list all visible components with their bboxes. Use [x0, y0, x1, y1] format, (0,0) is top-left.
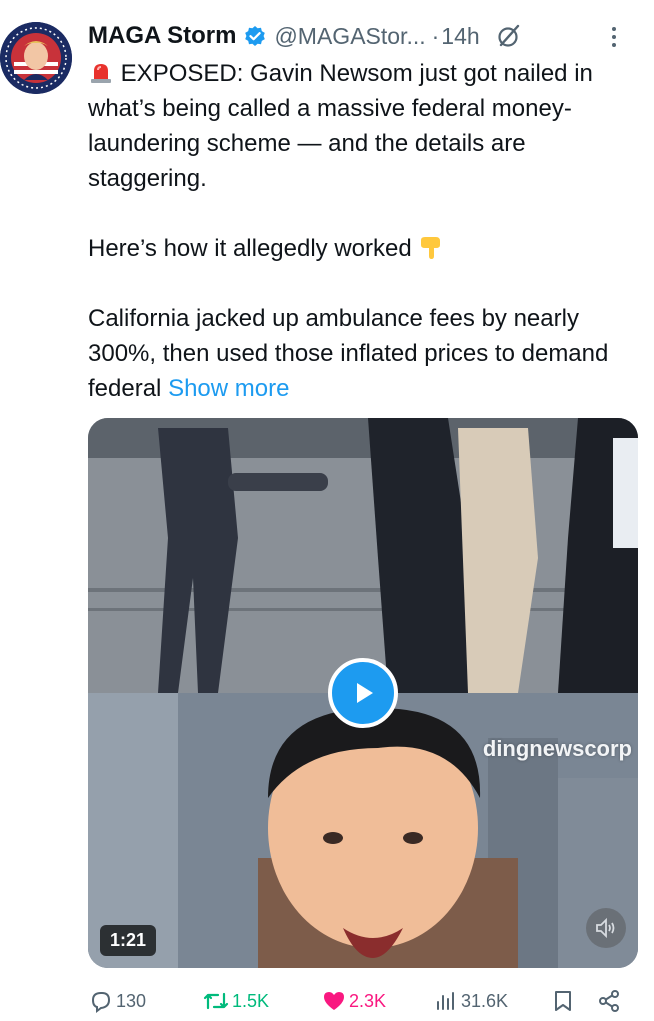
video-duration: 1:21 [100, 925, 157, 956]
heart-icon [324, 992, 344, 1010]
share-button[interactable] [596, 988, 624, 1014]
separator-dot: · [431, 22, 440, 49]
tweet-timestamp[interactable]: 14h [441, 23, 479, 50]
play-button[interactable] [328, 658, 398, 728]
tweet-text: EXPOSED: Gavin Newsom just got nailed in… [88, 56, 648, 406]
tweet-paragraph-2: Here’s how it allegedly worked [88, 231, 648, 266]
tweet-paragraph-1: EXPOSED: Gavin Newsom just got nailed in… [88, 56, 648, 196]
retweet-icon [203, 992, 229, 1010]
reply-button[interactable]: 130 [88, 988, 146, 1014]
video-watermark: dingnewscorp [482, 736, 632, 761]
like-button[interactable]: 2.3K [321, 988, 386, 1014]
show-more-link[interactable]: Show more [168, 375, 289, 402]
like-count: 2.3K [349, 990, 387, 1011]
tweet-header: MAGA Storm @MAGAStor... · 14h [88, 18, 634, 54]
author-avatar[interactable] [0, 22, 72, 94]
tweet-action-bar: 130 1.5K 2.3K 31.6K [88, 984, 638, 1018]
views-button[interactable]: 31.6K [433, 988, 508, 1014]
tweet-paragraph-3: California jacked up ambulance fees by n… [88, 301, 648, 406]
siren-emoji-icon [88, 59, 114, 85]
author-handle[interactable]: @MAGAStor... [274, 23, 425, 50]
analytics-icon [437, 992, 454, 1010]
play-icon [357, 683, 373, 703]
reply-count: 130 [116, 990, 147, 1011]
tweet-paragraph-2-text: Here’s how it allegedly worked [88, 235, 412, 262]
retweet-count: 1.5K [232, 990, 270, 1011]
speaker-muted-icon[interactable] [586, 908, 626, 948]
tweet-paragraph-3-text: California jacked up ambulance fees by n… [88, 305, 609, 402]
reply-icon [91, 992, 111, 1013]
retweet-button[interactable]: 1.5K [202, 988, 269, 1014]
display-name[interactable]: MAGA Storm [88, 22, 236, 50]
more-options-icon[interactable] [604, 24, 624, 50]
tweet-paragraph-1-text: EXPOSED: Gavin Newsom just got nailed in… [88, 60, 593, 192]
share-icon [599, 990, 619, 1012]
view-count: 31.6K [461, 990, 509, 1011]
grok-icon[interactable] [496, 23, 522, 49]
pointing-down-emoji-icon [418, 234, 444, 260]
verified-badge-icon [244, 25, 266, 47]
bookmark-button[interactable] [550, 988, 578, 1014]
video-player[interactable]: dingnewscorp 1:21 [88, 418, 638, 968]
bookmark-icon [555, 991, 571, 1011]
